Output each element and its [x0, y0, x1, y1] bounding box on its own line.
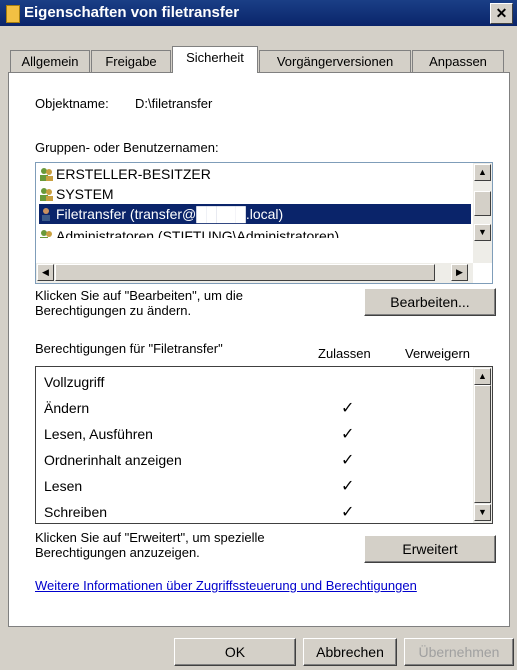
group-name: Administratoren (STIFTUNG\Administratore… [56, 228, 340, 238]
list-item[interactable]: Administratoren (STIFTUNG\Administratore… [39, 224, 339, 238]
groups-listbox[interactable]: ERSTELLER-BESITZER SYSTEM Filetransfer (… [35, 162, 493, 284]
list-item[interactable]: SYSTEM [39, 184, 114, 204]
group-icon [40, 188, 53, 201]
advanced-button[interactable]: Erweitert [364, 535, 496, 563]
group-name: SYSTEM [56, 186, 114, 202]
permissions-vscrollbar[interactable]: ▲ ▼ [473, 367, 492, 523]
group-icon [40, 168, 53, 181]
permission-name: Ändern [44, 400, 90, 416]
tab-anpassen[interactable]: Anpassen [412, 50, 504, 72]
scroll-left-arrow-icon[interactable]: ◀ [37, 264, 54, 281]
allow-header: Zulassen [318, 346, 371, 361]
permission-name: Vollzugriff [44, 374, 105, 390]
scroll-down-arrow-icon[interactable]: ▼ [474, 224, 491, 241]
list-item-selected[interactable]: Filetransfer (transfer@█████.local) [39, 204, 471, 224]
edit-hint: Klicken Sie auf "Bearbeiten", um die Ber… [35, 288, 243, 318]
allow-check-icon: ✓ [341, 504, 355, 521]
list-item[interactable]: ERSTELLER-BESITZER [39, 164, 211, 184]
allow-check-icon: ✓ [341, 400, 355, 417]
groups-label: Gruppen- oder Benutzernamen: [35, 140, 219, 155]
scroll-up-arrow-icon[interactable]: ▲ [474, 164, 491, 181]
close-button[interactable]: ✕ [490, 3, 513, 24]
deny-header: Verweigern [405, 346, 471, 361]
allow-check-icon: ✓ [341, 452, 355, 469]
edit-button[interactable]: Bearbeiten... [364, 288, 496, 316]
tab-allgemein[interactable]: Allgemein [10, 50, 90, 72]
scroll-thumb[interactable] [474, 191, 491, 216]
scroll-down-arrow-icon[interactable]: ▼ [474, 504, 491, 521]
scroll-up-arrow-icon[interactable]: ▲ [474, 368, 491, 385]
group-icon [40, 230, 52, 238]
ok-button[interactable]: OK [174, 638, 296, 666]
allow-check-icon: ✓ [341, 426, 355, 443]
permission-name: Schreiben [44, 504, 108, 520]
window-title: Eigenschaften von filetransfer [24, 4, 240, 21]
scroll-thumb[interactable] [474, 385, 491, 503]
apply-button[interactable]: Übernehmen [404, 638, 514, 666]
permission-name: Ordnerinhalt anzeigen [44, 452, 182, 468]
folder-icon [6, 5, 20, 23]
group-name: Filetransfer (transfer@█████.local) [56, 206, 284, 222]
permissions-label: Berechtigungen für "Filetransfer" [35, 341, 223, 356]
groups-hscrollbar[interactable]: ◀ ▶ [36, 263, 473, 283]
tab-sicherheit[interactable]: Sicherheit [172, 46, 258, 73]
tab-vorgaengerversionen[interactable]: Vorgängerversionen [259, 50, 411, 72]
group-name: ERSTELLER-BESITZER [56, 166, 211, 182]
scroll-right-arrow-icon[interactable]: ▶ [451, 264, 468, 281]
groups-vscrollbar[interactable]: ▲ ▼ [473, 163, 492, 263]
cancel-button[interactable]: Abbrechen [303, 638, 397, 666]
tab-freigabe[interactable]: Freigabe [91, 50, 171, 72]
permission-name: Lesen, Ausführen [44, 426, 153, 442]
user-icon [42, 208, 50, 221]
advanced-hint: Klicken Sie auf "Erweitert", um speziell… [35, 530, 265, 560]
scroll-thumb[interactable] [55, 264, 435, 281]
more-info-link[interactable]: Weitere Informationen über Zugriffssteue… [35, 578, 417, 593]
permissions-listbox: Vollzugriff Ändern ✓ Lesen, Ausführen ✓ … [35, 366, 493, 524]
permission-name: Lesen [44, 478, 83, 494]
object-name-label: Objektname: [35, 96, 109, 111]
allow-check-icon: ✓ [341, 478, 355, 495]
object-name-value: D:\filetransfer [135, 96, 213, 111]
